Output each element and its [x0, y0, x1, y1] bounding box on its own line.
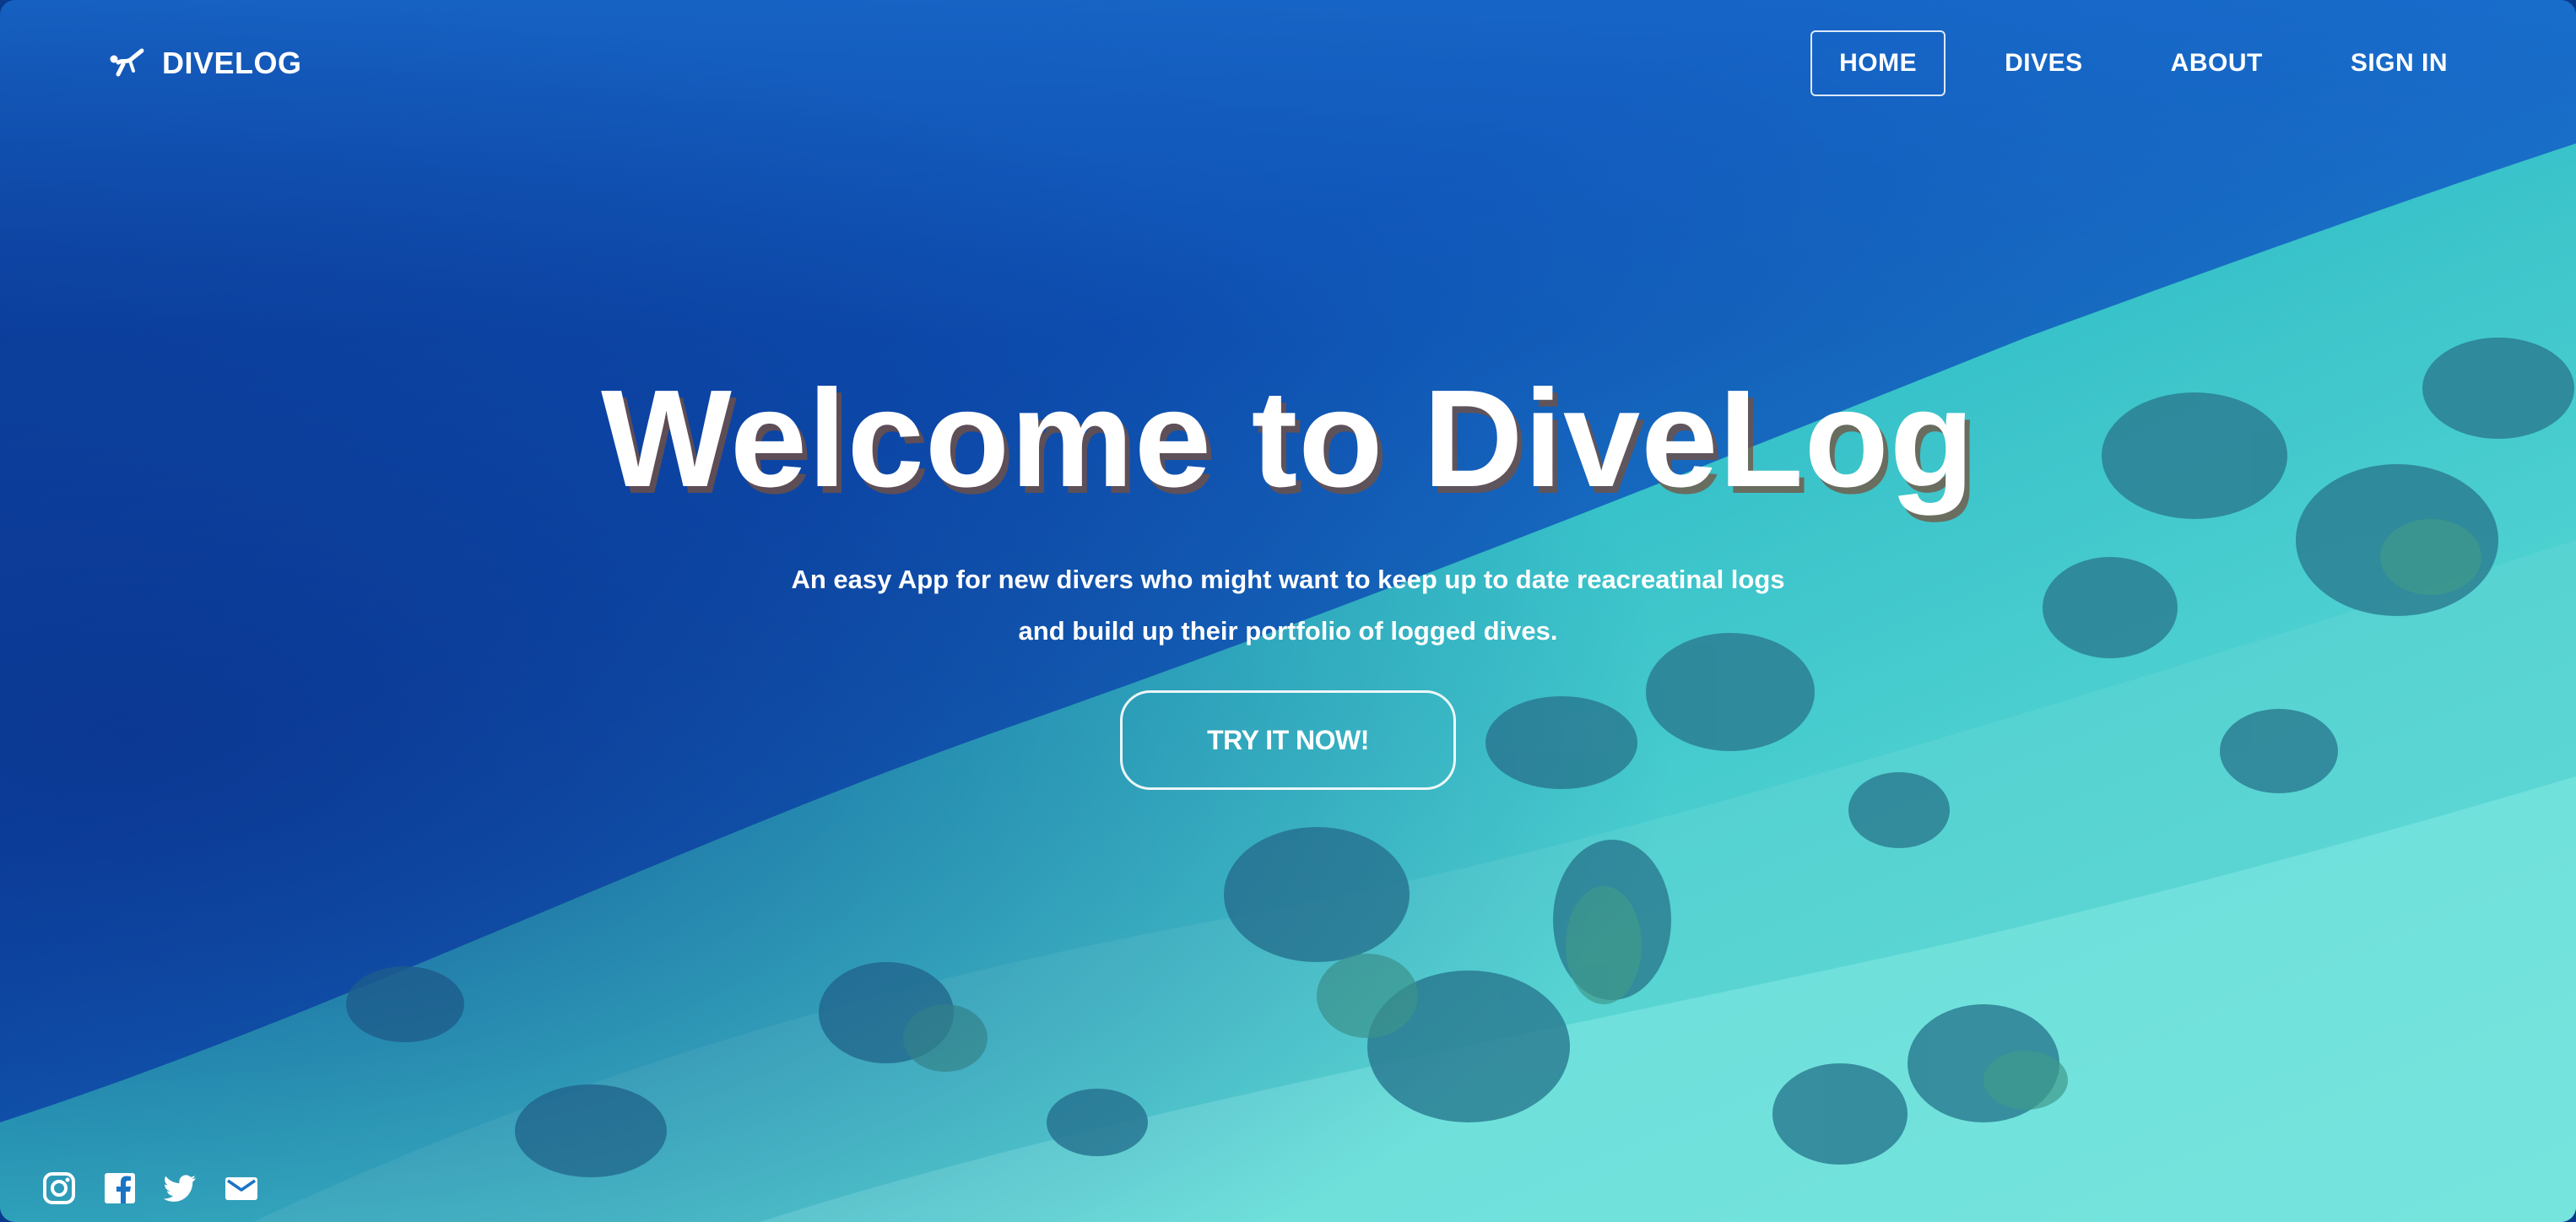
instagram-icon[interactable]: [42, 1171, 76, 1205]
hero-subtitle-line-2: and build up their portfolio of logged d…: [1018, 616, 1558, 646]
brand-logo-link[interactable]: DIVELOG: [108, 38, 302, 89]
hero-subtitle-line-1: An easy App for new divers who might wan…: [791, 565, 1785, 594]
diver-icon: [108, 44, 147, 83]
divelog-landing-page: Welcome to DiveLog An easy App for new d…: [0, 0, 2576, 1222]
social-links: [42, 1171, 258, 1205]
facebook-icon[interactable]: [103, 1171, 137, 1205]
top-navbar: DIVELOG HOME DIVES ABOUT SIGN IN: [0, 0, 2576, 127]
twitter-icon[interactable]: [164, 1171, 198, 1205]
try-it-now-button[interactable]: TRY IT NOW!: [1120, 690, 1456, 790]
brand-name: DIVELOG: [162, 46, 302, 80]
hero-title: Welcome to DiveLog: [601, 361, 1975, 516]
nav-sign-in-link[interactable]: SIGN IN: [2322, 30, 2476, 96]
nav-home-link[interactable]: HOME: [1810, 30, 1946, 96]
email-icon[interactable]: [225, 1171, 258, 1205]
hero-section: Welcome to DiveLog An easy App for new d…: [0, 0, 2576, 1222]
nav-links: HOME DIVES ABOUT SIGN IN: [1810, 30, 2476, 96]
nav-about-link[interactable]: ABOUT: [2142, 30, 2292, 96]
nav-dives-link[interactable]: DIVES: [1976, 30, 2112, 96]
hero-subtitle: An easy App for new divers who might wan…: [0, 554, 2576, 657]
